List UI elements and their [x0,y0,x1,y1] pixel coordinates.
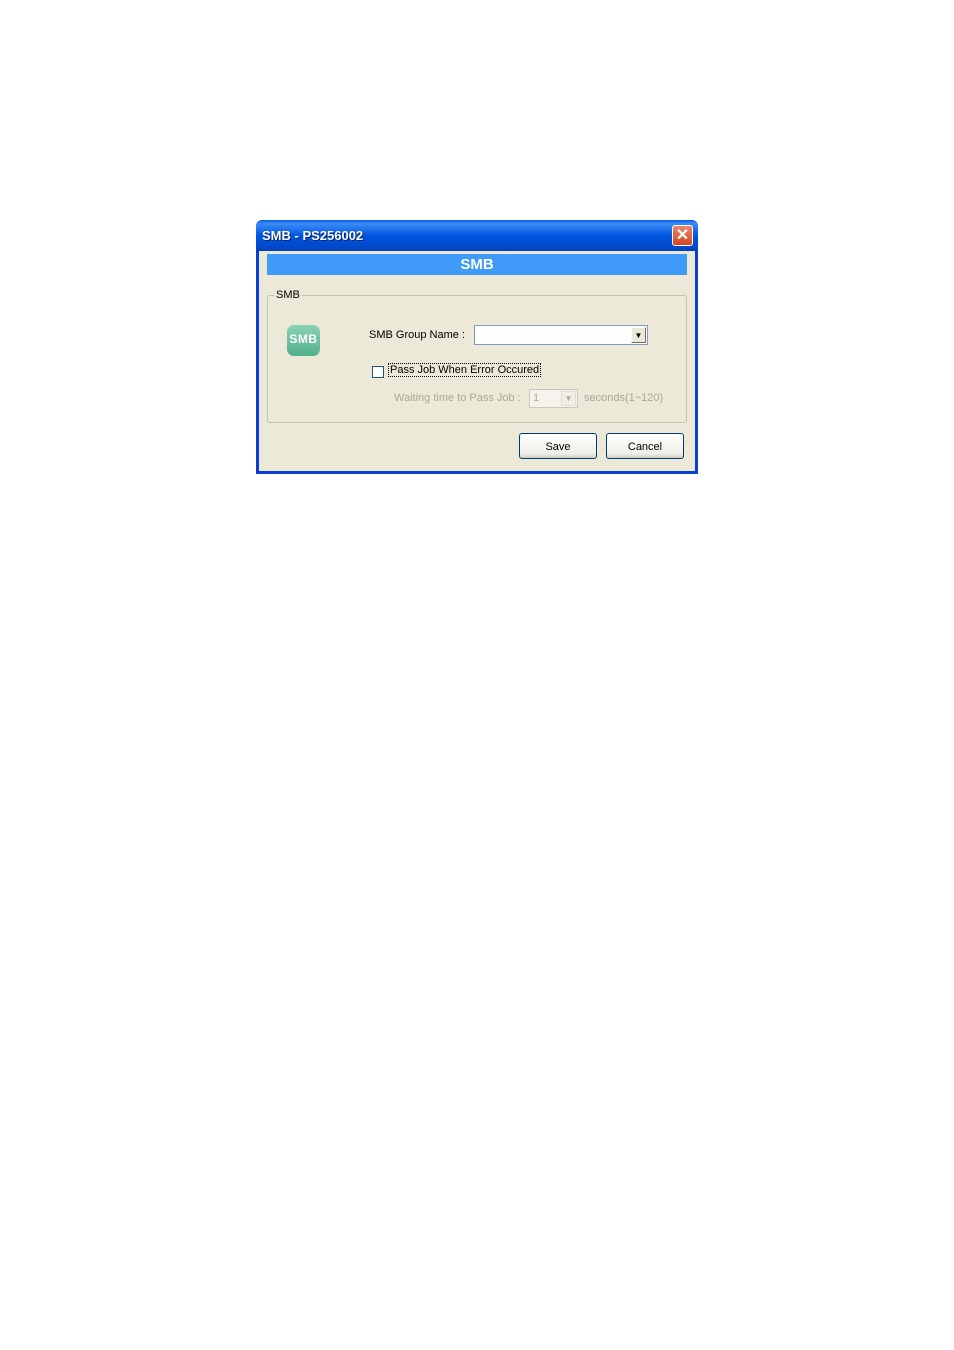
seconds-range-label: seconds(1~120) [584,392,664,404]
waiting-time-dropdown-button[interactable]: ▼ [561,391,576,406]
chevron-down-icon: ▼ [564,394,573,403]
close-button[interactable]: ✕ [672,225,693,246]
pass-job-checkbox[interactable] [372,366,384,378]
smb-dialog: SMB - PS256002 ✕ SMB SMB SMB SMB Group N… [256,220,698,474]
chevron-down-icon: ▼ [634,331,643,340]
smb-logo-icon: SMB [287,325,320,356]
smb-logo-text: SMB [289,332,318,346]
waiting-time-value: 1 [533,392,540,404]
close-icon: ✕ [675,227,690,244]
cancel-button[interactable]: Cancel [606,433,684,459]
group-legend: SMB [274,289,302,301]
group-name-dropdown-button[interactable]: ▼ [631,327,646,343]
title-bar[interactable]: SMB - PS256002 ✕ [256,220,698,251]
waiting-time-select[interactable]: 1 ▼ [529,389,578,408]
save-button[interactable]: Save [519,433,597,459]
window-title: SMB - PS256002 [262,228,364,243]
smb-group-name-select[interactable]: ▼ [474,325,648,345]
waiting-time-label: Waiting time to Pass Job : [394,392,521,404]
pass-job-label[interactable]: Pass Job When Error Occured [387,363,542,377]
smb-group-box: SMB SMB SMB Group Name : ▼ Pass Job When… [267,289,687,423]
section-banner: SMB [267,254,687,275]
group-name-label: SMB Group Name : [369,329,465,341]
